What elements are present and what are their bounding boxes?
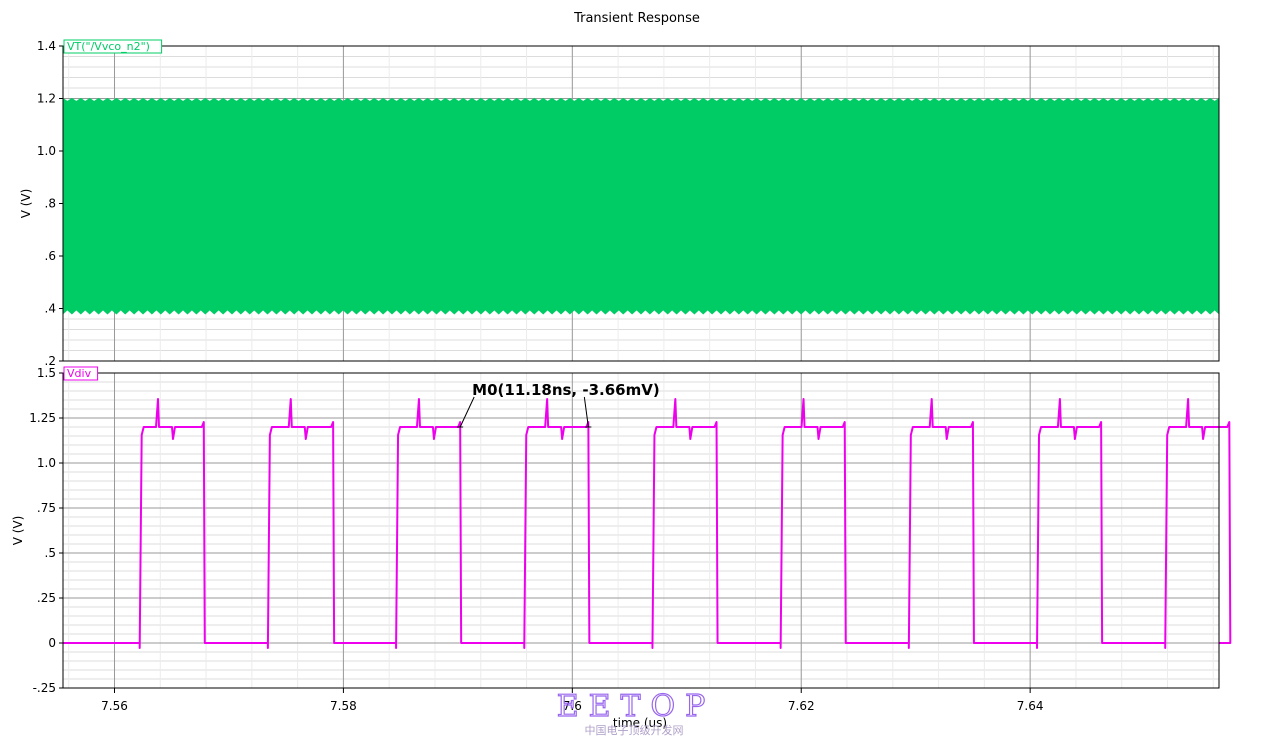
chart-title: Transient Response: [573, 11, 700, 26]
bottom-y-tick-label: .75: [37, 501, 56, 515]
bottom-panel-vdiv: -.25 0 .25 .5 .75 1.0 1.25 1.5 V (V) M0(11.18ns, …: [11, 366, 1232, 695]
top-y-axis-label: V (V): [19, 189, 33, 219]
bottom-y-tick-label: 1.5: [37, 366, 56, 380]
top-y-tick-label: .6: [45, 249, 56, 263]
top-legend-label: VT("/Vvco_n2"): [67, 40, 150, 53]
watermark: EETOP中国电子顶级开发网: [556, 688, 716, 737]
x-tick-label: 7.64: [1017, 699, 1044, 713]
top-y-tick-label: 1.0: [37, 144, 56, 158]
transient-response-chart: Transient Response .2.4.6.81.01.21.4V (V…: [11, 11, 1232, 737]
top-y-tick-label: 1.4: [37, 39, 56, 53]
bottom-legend-label: Vdiv: [67, 367, 92, 380]
x-tick-label: 7.58: [330, 699, 357, 713]
x-tick-label: 7.62: [788, 699, 815, 713]
bottom-y-tick-label: -.25: [33, 681, 56, 695]
top-y-tick-label: 1.2: [37, 92, 56, 106]
bottom-y-tick-label: 1.25: [29, 411, 56, 425]
bottom-y-axis-label: V (V): [11, 516, 25, 546]
bottom-y-tick-label: 0: [48, 636, 56, 650]
bottom-plot-area: [63, 373, 1219, 688]
top-y-tick-label: .8: [45, 197, 56, 211]
bottom-y-tick-label: .5: [45, 546, 56, 560]
x-tick-label: 7.56: [101, 699, 128, 713]
top-panel-vvco: .2.4.6.81.01.21.4V (V)VT("/Vvco_n2"): [19, 39, 1220, 368]
top-y-tick-label: .4: [45, 302, 56, 316]
watermark-logo: EETOP: [557, 689, 716, 724]
vvco-oscillation-band: [62, 97, 1220, 315]
marker-label: M0(11.18ns, -3.66mV): [472, 381, 660, 399]
bottom-y-tick-label: 1.0: [37, 456, 56, 470]
bottom-y-tick-label: .25: [37, 591, 56, 605]
watermark-subtext: 中国电子顶级开发网: [585, 723, 684, 737]
